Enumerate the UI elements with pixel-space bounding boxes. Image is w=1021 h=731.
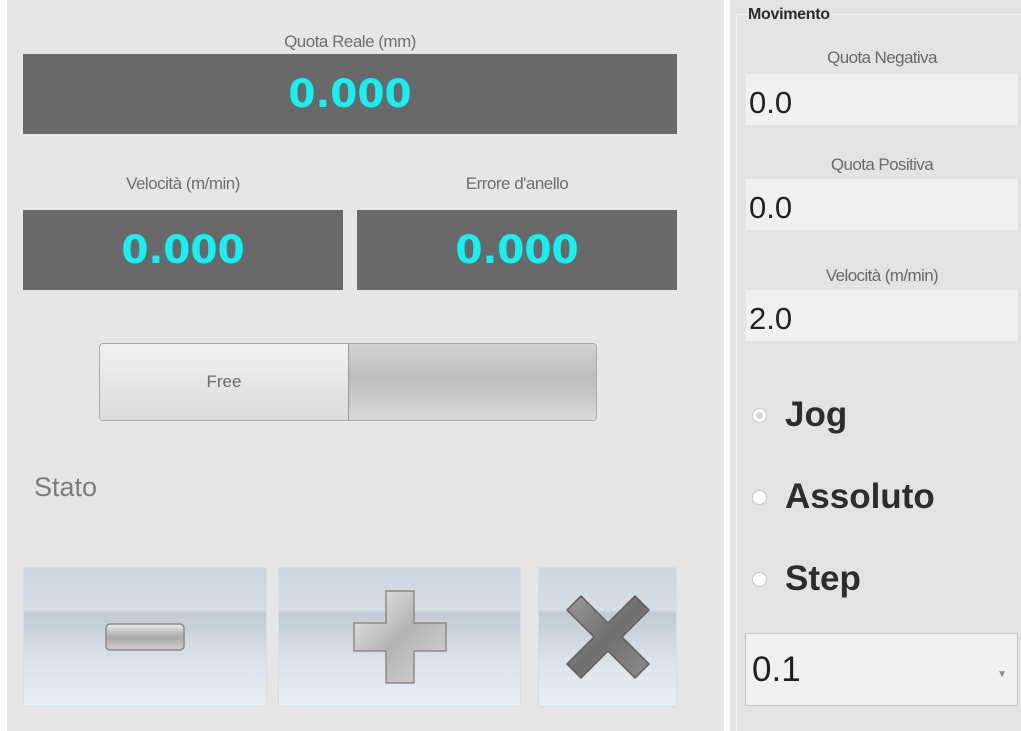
jog-plus-button[interactable] [278, 567, 521, 707]
mode-assoluto-radio[interactable]: Assoluto [752, 477, 935, 517]
step-size-value: 0.1 [752, 649, 801, 689]
mode-step-radio[interactable]: Step [752, 559, 861, 599]
mode-step-label: Step [785, 559, 861, 598]
quota-reale-label: Quota Reale (mm) [284, 32, 416, 51]
mode-assoluto-label: Assoluto [785, 477, 935, 516]
velocita-setpoint-field[interactable] [746, 290, 1018, 341]
velocita-label: Velocità (m/min) [126, 174, 240, 193]
errore-anello-display: 0.000 [357, 210, 677, 290]
mode-jog-label: Jog [785, 395, 848, 434]
velocita-display: 0.000 [23, 210, 343, 290]
jog-minus-button[interactable] [23, 567, 267, 707]
step-size-select[interactable]: 0.1 ▼ [745, 633, 1018, 706]
radio-button[interactable] [752, 571, 767, 587]
minus-icon [105, 623, 185, 651]
plus-icon [352, 590, 447, 684]
velocita-setpoint-label: Velocità (m/min) [825, 266, 939, 285]
free-toggle-option[interactable]: Free [100, 344, 349, 420]
quota-reale-display: 0.000 [23, 54, 677, 134]
quota-negativa-field[interactable] [746, 74, 1018, 125]
quota-positiva-label: Quota Positiva [830, 155, 934, 174]
errore-anello-label: Errore d'anello [465, 174, 569, 193]
movimento-title: Movimento [748, 6, 830, 23]
quota-positiva-field[interactable] [746, 179, 1018, 230]
free-toggle[interactable]: Free [99, 343, 597, 421]
close-icon [565, 595, 650, 679]
mode-jog-radio[interactable]: Jog [752, 395, 847, 435]
stop-button[interactable] [538, 567, 677, 707]
stato-label: Stato [34, 472, 98, 502]
toggle-option-active[interactable] [349, 344, 596, 420]
radio-button-checked[interactable] [752, 407, 767, 423]
quota-negativa-label: Quota Negativa [827, 48, 937, 67]
radio-button[interactable] [752, 489, 767, 505]
chevron-down-icon[interactable]: ▼ [997, 669, 1007, 680]
